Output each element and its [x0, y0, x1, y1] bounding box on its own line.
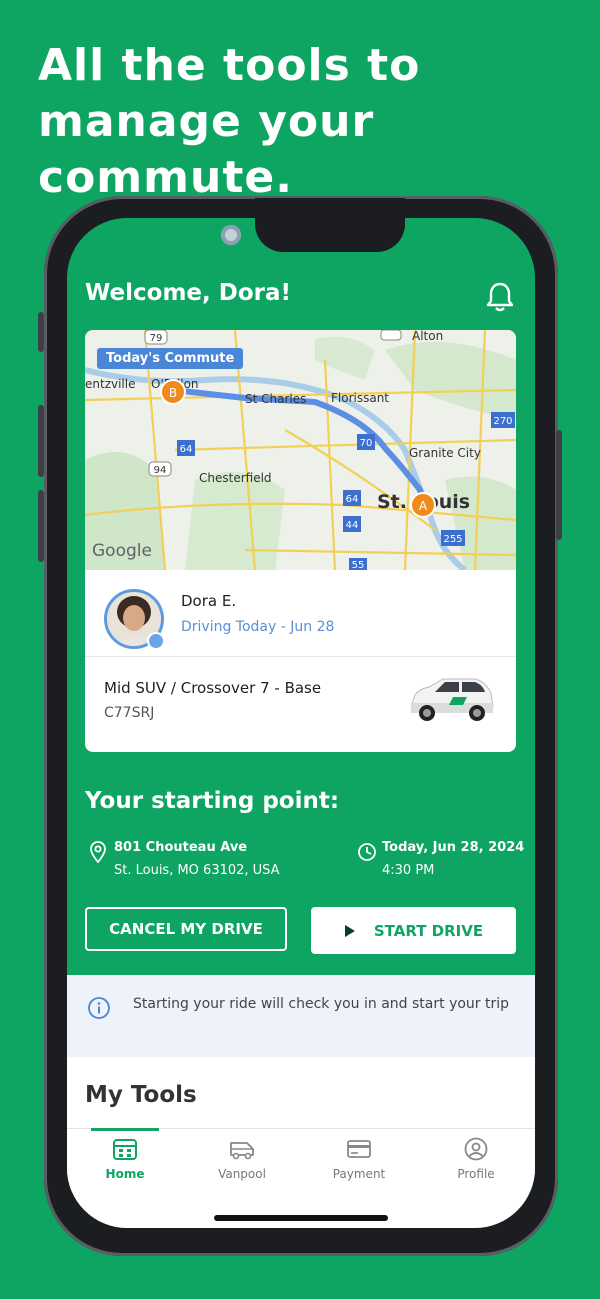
map-label: 255	[443, 534, 462, 545]
phone-notch	[255, 198, 405, 252]
tab-label: Home	[105, 1167, 145, 1181]
location-pin-icon	[90, 841, 106, 863]
drive-date: Today, Jun 28, 2024	[382, 840, 525, 855]
marker-b-icon: B	[160, 379, 186, 405]
map-label: 70	[360, 438, 373, 449]
tab-label: Payment	[332, 1167, 386, 1181]
map-label: 64	[180, 444, 193, 455]
map-label: 270	[493, 416, 512, 427]
map-label: Florissant	[331, 391, 389, 405]
vehicle-icon	[410, 678, 494, 721]
phone-screen: Welcome, Dora! 79 94 64 70 270 64 44 255…	[67, 218, 535, 1228]
credit-card-icon	[347, 1140, 371, 1158]
info-banner: Starting your ride will check you in and…	[67, 975, 535, 1057]
map-label: Granite City	[409, 446, 481, 460]
map-label: 55	[352, 560, 365, 570]
svg-text:B: B	[169, 386, 177, 400]
phone-side-button	[556, 430, 562, 540]
home-calendar-icon	[113, 1139, 137, 1160]
clock-icon	[358, 843, 376, 861]
commute-card: 79 94 64 70 270 64 44 255 55 entzville O…	[85, 330, 516, 752]
play-icon	[344, 924, 355, 937]
start-drive-label: START DRIVE	[373, 921, 484, 940]
map-label: Chesterfield	[199, 471, 272, 485]
driver-status: Driving Today - Jun 28	[181, 619, 335, 635]
bottom-tab-bar: Home Vanpool Payment Profile	[67, 1128, 535, 1191]
starting-point-title: Your starting point:	[85, 788, 340, 814]
phone-side-button	[38, 405, 44, 477]
start-drive-button[interactable]: START DRIVE	[311, 907, 516, 954]
avatar-badge-icon	[147, 632, 165, 650]
address-line2: St. Louis, MO 63102, USA	[114, 863, 280, 878]
drive-time: 4:30 PM	[382, 863, 435, 878]
map-label: Alton	[412, 330, 443, 343]
marker-a-icon: A	[410, 492, 436, 518]
todays-commute-badge: Today's Commute	[97, 348, 244, 369]
van-icon	[230, 1142, 254, 1160]
active-tab-indicator	[91, 1128, 159, 1131]
phone-side-button	[38, 490, 44, 562]
info-icon	[88, 997, 110, 1019]
map-label: St Charles	[245, 392, 306, 406]
tab-label: Vanpool	[218, 1167, 266, 1181]
my-tools-title: My Tools	[85, 1082, 197, 1108]
svg-text:A: A	[419, 499, 428, 513]
info-text: Starting your ride will check you in and…	[133, 996, 510, 1012]
google-logo: Google	[92, 541, 152, 561]
bell-icon[interactable]	[483, 280, 517, 314]
map-label: 94	[154, 465, 167, 476]
profile-icon	[464, 1137, 488, 1161]
camera-icon	[221, 225, 241, 245]
map-label: 64	[346, 494, 359, 505]
headline: All the tools to manage your commute.	[38, 40, 421, 203]
vehicle-name: Mid SUV / Crossover 7 - Base	[104, 679, 322, 697]
map-label: 79	[150, 333, 163, 344]
cancel-drive-label: CANCEL MY DRIVE	[109, 920, 263, 938]
driver-row[interactable]: Dora E. Driving Today - Jun 28	[85, 570, 516, 657]
tab-home[interactable]: Home	[75, 1137, 175, 1181]
map-label: entzville	[85, 377, 135, 391]
home-indicator[interactable]	[214, 1215, 388, 1221]
vehicle-plate: C77SRJ	[104, 705, 155, 721]
cancel-drive-button[interactable]: CANCEL MY DRIVE	[85, 907, 287, 951]
phone-side-button	[38, 312, 44, 352]
tab-label: Profile	[457, 1167, 495, 1181]
tab-payment[interactable]: Payment	[309, 1137, 409, 1181]
driver-name: Dora E.	[181, 592, 237, 610]
address-line1: 801 Chouteau Ave	[114, 840, 248, 855]
tab-vanpool[interactable]: Vanpool	[192, 1137, 292, 1181]
map-label: 44	[346, 520, 359, 531]
vehicle-row[interactable]: Mid SUV / Crossover 7 - Base C77SRJ	[85, 657, 516, 752]
tab-profile[interactable]: Profile	[426, 1137, 526, 1181]
welcome-title: Welcome, Dora!	[85, 280, 292, 306]
